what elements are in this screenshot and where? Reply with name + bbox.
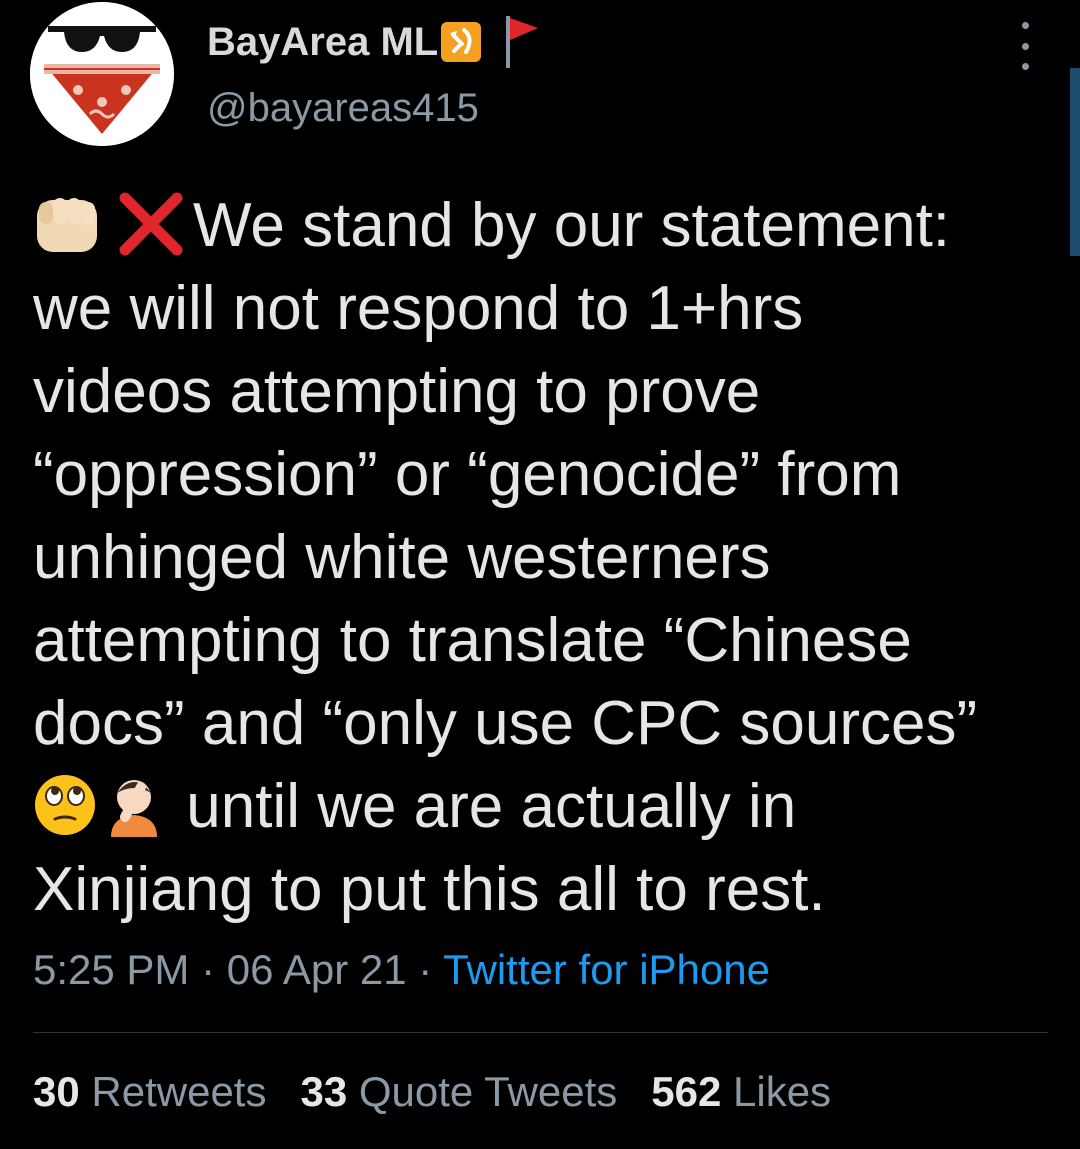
person-facepalming-icon: [111, 780, 157, 837]
bandana-sunglasses-avatar-icon: [30, 2, 174, 146]
divider: [33, 1032, 1048, 1033]
scrollbar[interactable]: [1070, 68, 1080, 256]
tweet-time[interactable]: 5:25 PM: [33, 946, 189, 993]
retweets-stat[interactable]: 30 Retweets: [33, 1068, 266, 1116]
hammer-sickle-icon: [441, 22, 482, 62]
tweet-stats: 30 Retweets 33 Quote Tweets 562 Likes: [33, 1068, 865, 1116]
retweets-label: Retweets: [91, 1068, 267, 1115]
tweet-meta: 5:25 PM · 06 Apr 21 · Twitter for iPhone: [33, 946, 770, 994]
tweet-text: We stand by our statement: we will not r…: [33, 184, 1053, 931]
tweet-line: attempting to translate “Chinese: [33, 606, 912, 675]
more-options-icon[interactable]: [1010, 22, 1040, 70]
user-handle[interactable]: @bayareas415: [207, 86, 479, 131]
raised-fist-icon: [37, 198, 97, 252]
tweet-line-text: We stand by our statement:: [193, 191, 951, 260]
quote-tweets-count: 33: [300, 1068, 348, 1115]
face-with-rolling-eyes-icon: [35, 775, 95, 835]
likes-stat[interactable]: 562 Likes: [651, 1068, 831, 1116]
likes-count: 562: [651, 1068, 722, 1115]
meta-separator: ·: [418, 946, 433, 993]
tweet-date[interactable]: 06 Apr 21: [227, 946, 407, 993]
tweet-line: We stand by our statement:: [33, 184, 1053, 267]
tweet-source-link[interactable]: Twitter for iPhone: [443, 946, 770, 993]
likes-label: Likes: [733, 1068, 832, 1115]
avatar[interactable]: [30, 2, 174, 146]
tweet-line: docs” and “only use CPC sources”: [33, 689, 978, 758]
tweet-line-text: until we are actually in: [169, 772, 797, 841]
cross-mark-icon: [119, 192, 183, 256]
quote-tweets-label: Quote Tweets: [358, 1068, 618, 1115]
meta-separator: ·: [201, 946, 216, 993]
retweets-count: 30: [33, 1068, 80, 1115]
tweet-line: until we are actually in: [33, 765, 1053, 848]
display-name-text: BayArea ML: [207, 19, 439, 64]
red-flag-icon: [506, 16, 539, 68]
tweet-line: “oppression” or “genocide” from: [33, 440, 902, 509]
tweet-line: unhinged white westerners: [33, 523, 771, 592]
quote-tweets-stat[interactable]: 33 Quote Tweets: [300, 1068, 617, 1116]
tweet-line: Xinjiang to put this all to rest.: [33, 855, 826, 924]
display-name[interactable]: BayArea ML: [207, 14, 544, 70]
tweet-line: we will not respond to 1+hrs: [33, 274, 804, 343]
tweet-line: videos attempting to prove: [33, 357, 761, 426]
